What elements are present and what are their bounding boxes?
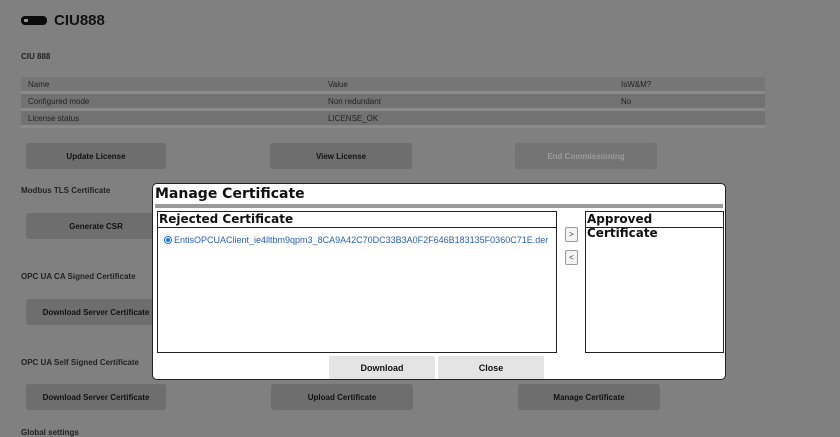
global-settings-heading: Global settings <box>21 428 79 437</box>
rejected-certificate-title: Rejected Certificate <box>159 212 294 226</box>
cell-value: LICENSE_OK <box>328 113 379 123</box>
panel-title-divider <box>158 227 556 228</box>
manage-certificate-button[interactable]: Manage Certificate <box>518 384 660 410</box>
device-section-heading: CIU 888 <box>21 52 51 61</box>
cell-name: Configured mode <box>28 96 90 106</box>
dialog-title: Manage Certificate <box>155 186 305 202</box>
certificate-filename: EntisOPCUAClient_ie4lltbm9qpm3_8CA9A42C7… <box>174 235 549 245</box>
download-button[interactable]: Download <box>329 356 435 379</box>
opc-self-section-heading: OPC UA Self Signed Certificate <box>21 358 139 367</box>
manage-certificate-dialog: Manage Certificate Rejected Certificate … <box>152 183 726 380</box>
cell-name: License status <box>28 113 80 123</box>
column-header-name: Name <box>28 79 50 89</box>
app-header: CIU888 <box>21 11 105 29</box>
page-background: CIU888 CIU 888 Name Value IsW&M? Configu… <box>0 0 840 437</box>
panel-title-divider <box>586 227 723 228</box>
app-title: CIU888 <box>54 11 105 29</box>
opc-ca-section-heading: OPC UA CA Signed Certificate <box>21 272 136 281</box>
table-row: License status LICENSE_OK <box>21 111 765 128</box>
cell-iswm: No <box>621 96 632 106</box>
download-ca-server-certificate-button[interactable]: Download Server Certificate <box>26 299 166 325</box>
info-table: Name Value IsW&M? Configured mode Non re… <box>21 77 765 128</box>
upload-certificate-button[interactable]: Upload Certificate <box>271 384 413 410</box>
device-icon <box>21 15 47 25</box>
cell-value: Non redundant <box>328 96 381 106</box>
close-button[interactable]: Close <box>438 356 544 379</box>
column-header-iswm: IsW&M? <box>621 79 652 89</box>
column-header-value: Value <box>328 79 348 89</box>
move-to-rejected-button[interactable]: < <box>565 250 578 265</box>
approved-certificate-panel: Approved Certificate <box>585 211 724 353</box>
view-license-button[interactable]: View License <box>270 143 412 169</box>
table-row: Configured mode Non redundant No <box>21 94 765 111</box>
dialog-title-divider <box>155 204 723 208</box>
table-header-row: Name Value IsW&M? <box>21 77 765 94</box>
download-self-server-certificate-button[interactable]: Download Server Certificate <box>26 384 166 410</box>
update-license-button[interactable]: Update License <box>26 143 166 169</box>
end-commissioning-button[interactable]: End Commissioning <box>515 143 657 169</box>
radio-selected-icon[interactable] <box>164 236 172 244</box>
rejected-certificate-panel: Rejected Certificate EntisOPCUAClient_ie… <box>157 211 557 353</box>
rejected-certificate-item[interactable]: EntisOPCUAClient_ie4lltbm9qpm3_8CA9A42C7… <box>164 235 548 245</box>
modbus-section-heading: Modbus TLS Certificate <box>21 186 111 195</box>
move-to-approved-button[interactable]: > <box>565 227 578 242</box>
generate-csr-button[interactable]: Generate CSR <box>26 213 166 239</box>
approved-certificate-title: Approved Certificate <box>587 212 658 240</box>
